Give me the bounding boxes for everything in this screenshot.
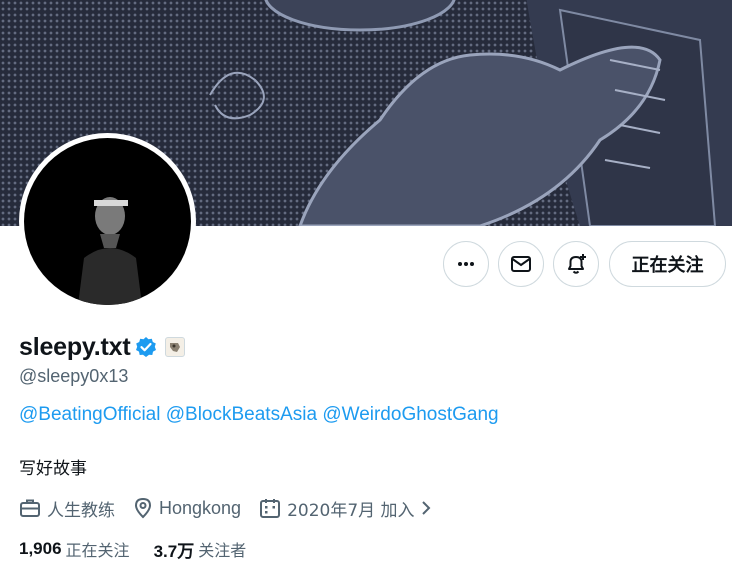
joined-text: 2020年7月 加入 bbox=[287, 500, 415, 521]
profession-text: 人生教练 bbox=[47, 500, 115, 521]
location-text: Hongkong bbox=[159, 497, 242, 518]
ellipsis-icon bbox=[458, 262, 474, 266]
joined-item[interactable]: 2020年7月 加入 bbox=[259, 496, 438, 521]
mail-icon bbox=[511, 256, 531, 272]
following-count: 1,906 bbox=[19, 539, 62, 558]
followers-stat[interactable]: 3.7万 关注者 bbox=[154, 537, 247, 562]
mention-link[interactable]: @BeatingOfficial bbox=[19, 404, 160, 425]
profile-stats: 1,906 正在关注 3.7万 关注者 bbox=[19, 537, 270, 561]
verified-badge-icon[interactable] bbox=[135, 336, 157, 358]
affiliation-badge-icon[interactable] bbox=[165, 337, 186, 357]
profile-actions: 正在关注 bbox=[0, 241, 732, 287]
name-row: sleepy.txt bbox=[19, 331, 186, 363]
chevron-right-icon bbox=[421, 501, 430, 515]
display-name: sleepy.txt bbox=[19, 332, 131, 361]
profile-handle: @sleepy0x13 bbox=[19, 366, 129, 386]
mention-link[interactable]: @WeirdoGhostGang bbox=[322, 404, 498, 425]
bio-mentions: @BeatingOfficial @BlockBeatsAsia @Weirdo… bbox=[19, 404, 499, 426]
location-item: Hongkong bbox=[133, 497, 241, 519]
following-button[interactable]: 正在关注 bbox=[609, 241, 726, 287]
bio-text: 写好故事 bbox=[19, 459, 87, 479]
more-button[interactable] bbox=[443, 241, 489, 287]
following-label: 正在关注 bbox=[65, 541, 130, 560]
bell-plus-icon bbox=[568, 254, 586, 274]
profession-item: 人生教练 bbox=[19, 496, 115, 521]
calendar-icon bbox=[260, 499, 281, 518]
following-stat[interactable]: 1,906 正在关注 bbox=[19, 537, 130, 561]
briefcase-icon bbox=[20, 499, 40, 517]
notify-button[interactable] bbox=[553, 241, 599, 287]
followers-count: 3.7万 bbox=[153, 541, 195, 561]
message-button[interactable] bbox=[498, 241, 544, 287]
profile-meta: 人生教练 Hongkong 2020年7月 加入 bbox=[19, 495, 457, 521]
mention-link[interactable]: @BlockBeatsAsia bbox=[166, 404, 317, 425]
location-pin-icon bbox=[134, 497, 152, 519]
followers-label: 关注者 bbox=[198, 541, 247, 560]
